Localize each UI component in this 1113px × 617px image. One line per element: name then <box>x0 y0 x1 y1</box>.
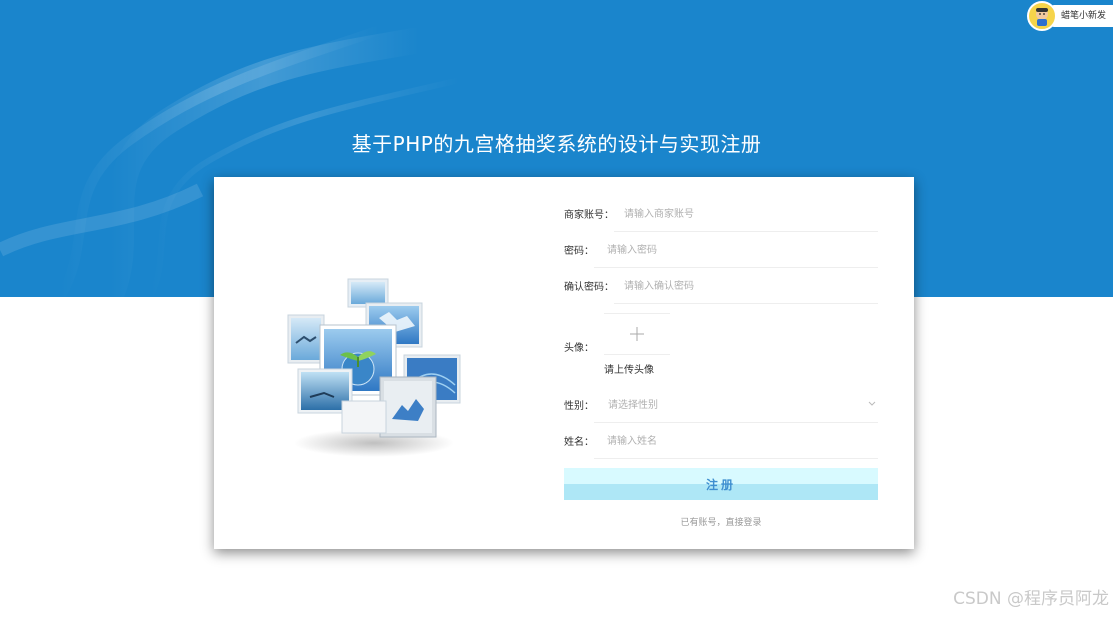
password-input[interactable]: 请输入密码 <box>594 231 878 268</box>
avatar-row: 头像： 请上传头像 <box>564 303 878 379</box>
account-input[interactable]: 请输入商家账号 <box>614 195 878 232</box>
corner-badge-label: 蜡笔小新发 <box>1051 5 1113 27</box>
cartoon-avatar-icon <box>1027 1 1057 31</box>
gender-label: 性别： <box>564 400 594 412</box>
gender-select[interactable]: 请选择性别 <box>594 386 878 423</box>
name-input[interactable]: 请输入姓名 <box>594 422 878 459</box>
gender-row: 性别： 请选择性别 <box>564 386 878 423</box>
name-label: 姓名： <box>564 436 594 448</box>
confirm-password-input[interactable]: 请输入确认密码 <box>614 267 878 304</box>
confirm-password-row: 确认密码： 请输入确认密码 <box>564 267 878 304</box>
corner-badge: 蜡笔小新发 <box>1027 1 1113 31</box>
confirm-password-label: 确认密码： <box>564 281 614 293</box>
account-label: 商家账号： <box>564 209 614 221</box>
confirm-password-placeholder: 请输入确认密码 <box>624 281 694 292</box>
avatar-label: 头像： <box>564 343 594 354</box>
login-link[interactable]: 已有账号，直接登录 <box>564 515 878 528</box>
chevron-down-icon <box>868 401 876 406</box>
avatar-upload-button[interactable] <box>604 313 670 355</box>
watermark: CSDN @程序员阿龙 <box>953 589 1109 609</box>
register-button[interactable]: 注册 <box>564 468 878 500</box>
password-label: 密码： <box>564 245 594 257</box>
cloud-photos-illustration <box>284 273 464 467</box>
name-placeholder: 请输入姓名 <box>607 436 657 447</box>
gender-placeholder: 请选择性别 <box>608 400 658 411</box>
register-card: 商家账号： 请输入商家账号 密码： 请输入密码 确认密码： 请输入确认密码 头像… <box>214 177 914 549</box>
avatar-upload-hint: 请上传头像 <box>604 365 654 376</box>
name-row: 姓名： 请输入姓名 <box>564 422 878 459</box>
account-placeholder: 请输入商家账号 <box>624 209 694 220</box>
page-title: 基于PHP的九宫格抽奖系统的设计与实现注册 <box>351 132 762 156</box>
account-row: 商家账号： 请输入商家账号 <box>564 195 878 232</box>
password-placeholder: 请输入密码 <box>607 245 657 256</box>
plus-icon <box>630 327 644 341</box>
password-row: 密码： 请输入密码 <box>564 231 878 268</box>
